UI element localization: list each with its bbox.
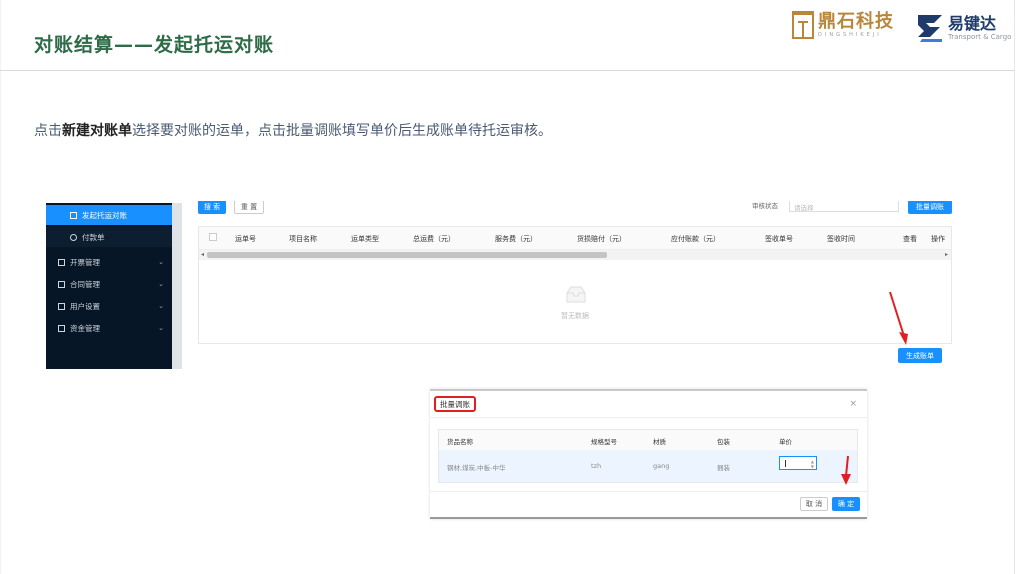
yijianda-logo-name: 易键达 (948, 14, 997, 33)
sidebar-item-label: 用户设置 (70, 301, 100, 311)
chevron-down-icon: ⌄ (158, 258, 164, 266)
col-spec: 规格型号 (591, 438, 617, 446)
yijianda-logo: 易键达 Transport & Cargo (916, 10, 1011, 46)
dialog-title: 批量调账 (434, 396, 476, 412)
sidebar-item-funds[interactable]: 资金管理 ⌄ (46, 318, 172, 338)
dialog-header-divider (430, 417, 867, 418)
sidebar-item-label: 开票管理 (70, 257, 100, 267)
reset-button[interactable]: 重 置 (234, 200, 264, 214)
col-actions: 操作 (931, 235, 945, 243)
cell-goods-name: 钢材,煤炭,中板-中华 (447, 464, 506, 472)
search-button[interactable]: 搜 索 (198, 200, 226, 214)
col-receipt-no: 签收单号 (765, 235, 793, 243)
reconciliation-table: 运单号 项目名称 运单类型 总运费（元） 服务费（元） 货损赔付（元） 应付账款… (198, 226, 952, 344)
dialog-footer-divider (430, 491, 867, 492)
col-waybill-no: 运单号 (235, 235, 256, 243)
sidebar-item-invoice[interactable]: 开票管理 ⌄ (46, 252, 172, 272)
dingshi-logo: 鼎石科技 DINGSHIKEJI (792, 10, 894, 40)
yijianda-logo-icon (916, 13, 944, 43)
sidebar-item-user-settings[interactable]: 用户设置 ⌄ (46, 296, 172, 316)
cell-material: gang (653, 462, 670, 470)
slide-title: 对账结算——发起托运对账 (34, 34, 275, 56)
table-row: 钢材,煤炭,中板-中华 tzh gang 捆装 ▲ ▼ (439, 450, 857, 482)
goods-table-header: 货品名称 规格型号 材质 包装 单价 (439, 430, 857, 451)
instruction-post: 选择要对账的运单，点击批量调账填写单价后生成账单待托运审核。 (132, 123, 552, 139)
col-total-freight: 总运费（元） (413, 235, 455, 243)
contract-icon (58, 280, 65, 288)
sidebar-item-payment[interactable]: 付款单 (46, 227, 172, 247)
table-header: 运单号 项目名称 运单类型 总运费（元） 服务费（元） 货损赔付（元） 应付账款… (199, 227, 951, 250)
sidebar-item-label: 发起托运对账 (82, 210, 127, 220)
col-material: 材质 (653, 438, 666, 446)
sidebar-gap (172, 203, 182, 369)
invoice-icon (58, 258, 65, 266)
circle-icon (70, 233, 77, 241)
text-caret (785, 460, 786, 467)
sidebar-item-label: 资金管理 (70, 323, 100, 333)
col-unit-price: 单价 (779, 438, 792, 446)
empty-state-text: 暂无数据 (561, 312, 589, 320)
user-icon (58, 302, 65, 310)
close-icon[interactable]: × (849, 399, 857, 409)
col-payable: 应付账款（元） (671, 235, 720, 243)
col-damage-compensation: 货损赔付（元） (577, 235, 626, 243)
goods-table: 货品名称 规格型号 材质 包装 单价 钢材,煤炭,中板-中华 tzh gang … (438, 429, 858, 483)
chevron-down-icon: ⌄ (158, 280, 164, 288)
instruction-pre: 点击 (34, 123, 62, 139)
sidebar: 发起托运对账 付款单 开票管理 ⌄ 合同管理 ⌄ 用户设置 ⌄ 资金管理 ⌄ (46, 203, 182, 369)
wallet-icon (58, 324, 65, 332)
confirm-button[interactable]: 确 定 (832, 497, 860, 511)
select-all-checkbox[interactable] (209, 233, 217, 241)
instruction-text: 点击新建对账单选择要对账的运单，点击批量调账填写单价后生成账单待托运审核。 (34, 120, 552, 140)
sidebar-item-reconciliation[interactable]: 发起托运对账 (46, 205, 172, 225)
title-divider (0, 70, 1014, 71)
col-package: 包装 (717, 438, 730, 446)
yijianda-logo-sub: Transport & Cargo (948, 33, 1012, 41)
dingshi-logo-icon (792, 11, 814, 39)
col-goods-name: 货品名称 (447, 438, 473, 446)
sidebar-item-label: 合同管理 (70, 279, 100, 289)
unit-price-input[interactable]: ▲ ▼ (779, 456, 817, 470)
cancel-button[interactable]: 取 消 (800, 497, 828, 511)
generate-bill-button[interactable]: 生成账单 (898, 348, 942, 363)
cell-package: 捆装 (717, 464, 730, 472)
col-service-fee: 服务费（元） (495, 235, 537, 243)
col-project-name: 项目名称 (289, 235, 317, 243)
toolbar-crop-mask (196, 193, 956, 201)
col-receipt-time: 签收时间 (827, 235, 855, 243)
scroll-thumb[interactable] (207, 252, 607, 258)
stepper-icon[interactable]: ▲ ▼ (811, 459, 814, 469)
sidebar-item-contract[interactable]: 合同管理 ⌄ (46, 274, 172, 294)
filter-label: 审核状态 (752, 202, 778, 210)
col-view: 查看 (903, 235, 917, 243)
scroll-right-icon[interactable]: ▸ (945, 251, 948, 258)
doc-icon (70, 211, 77, 219)
scroll-left-icon[interactable]: ◂ (201, 251, 204, 258)
chevron-down-icon: ⌄ (158, 324, 164, 332)
dingshi-logo-name: 鼎石科技 (818, 11, 894, 32)
horizontal-scrollbar[interactable]: ◂ ▸ (199, 250, 951, 260)
chevron-down-icon: ⌄ (158, 302, 164, 310)
arrow-to-price-icon (841, 455, 851, 485)
instruction-emphasis: 新建对账单 (62, 123, 132, 139)
empty-box-icon (564, 285, 588, 305)
cell-spec: tzh (591, 462, 602, 470)
arrow-to-generate-icon (889, 291, 908, 345)
col-waybill-type: 运单类型 (351, 235, 379, 243)
batch-adjust-dialog: 批量调账 × 货品名称 规格型号 材质 包装 单价 钢材,煤炭,中板-中华 tz… (430, 389, 867, 519)
dingshi-logo-sub: DINGSHIKEJI (818, 32, 882, 38)
batch-adjust-button[interactable]: 批量调账 (908, 200, 952, 214)
sidebar-item-label: 付款单 (82, 232, 105, 242)
